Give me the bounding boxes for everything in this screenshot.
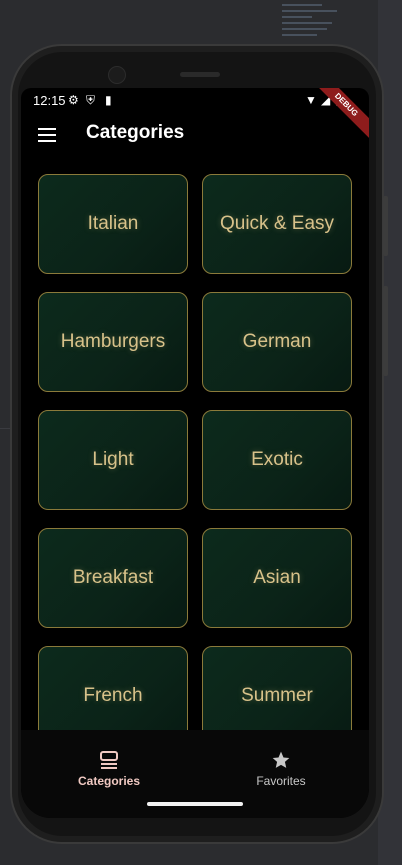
- category-tile-hamburgers[interactable]: Hamburgers: [38, 292, 188, 392]
- category-label: French: [83, 685, 143, 706]
- nav-tab-categories[interactable]: Categories: [49, 750, 169, 788]
- hamburger-menu-icon[interactable]: [38, 128, 56, 142]
- volume-button: [383, 286, 388, 376]
- home-indicator[interactable]: [147, 802, 243, 806]
- nav-tab-favorites[interactable]: Favorites: [221, 750, 341, 788]
- app-bar: Categories: [21, 114, 369, 156]
- category-label: Quick & Easy: [219, 213, 335, 234]
- app-screen: 12:15 ⚙ ⛨ ▮ ▼ ◢ ▮ DEBUG Categories Itali…: [21, 88, 369, 818]
- category-label: Exotic: [251, 449, 303, 470]
- power-button: [383, 196, 388, 256]
- shield-icon: ⛨: [86, 93, 96, 107]
- wifi-icon: ▼: [305, 93, 317, 107]
- sim-card-icon: ▮: [105, 93, 112, 107]
- front-camera: [108, 66, 126, 84]
- star-icon: [272, 751, 290, 768]
- category-label: Hamburgers: [60, 331, 166, 352]
- nav-label-favorites: Favorites: [256, 774, 306, 788]
- category-tile-light[interactable]: Light: [38, 410, 188, 510]
- nav-label-categories: Categories: [77, 774, 141, 788]
- category-tile-quick-easy[interactable]: Quick & Easy: [202, 174, 352, 274]
- page-title: Categories: [86, 122, 185, 143]
- category-label: Asian: [253, 567, 301, 588]
- categories-icon: [100, 751, 118, 769]
- status-bar: 12:15 ⚙ ⛨ ▮ ▼ ◢ ▮: [21, 88, 369, 114]
- category-tile-german[interactable]: German: [202, 292, 352, 392]
- category-tile-asian[interactable]: Asian: [202, 528, 352, 628]
- category-tile-breakfast[interactable]: Breakfast: [38, 528, 188, 628]
- earpiece-speaker: [180, 72, 220, 77]
- category-label: Breakfast: [72, 567, 154, 588]
- status-time: 12:15: [33, 93, 66, 108]
- category-label: Summer: [241, 685, 313, 706]
- category-tile-exotic[interactable]: Exotic: [202, 410, 352, 510]
- category-label: Italian: [87, 213, 139, 234]
- settings-icon: ⚙: [68, 93, 79, 107]
- category-grid: Italian Quick & Easy Hamburgers German L…: [38, 174, 354, 746]
- category-label: Light: [92, 449, 134, 470]
- category-label: German: [242, 331, 312, 352]
- category-tile-italian[interactable]: Italian: [38, 174, 188, 274]
